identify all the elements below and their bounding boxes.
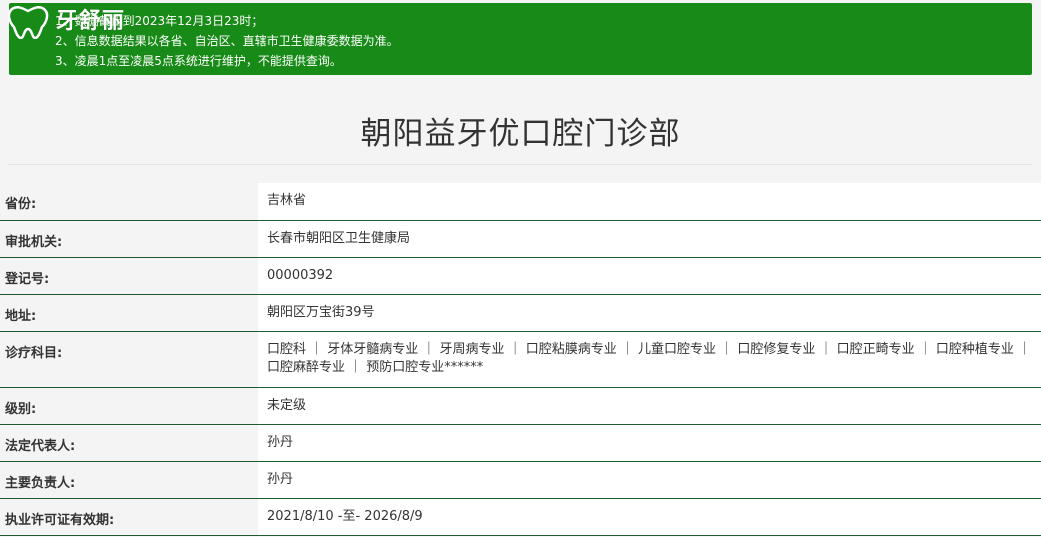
table-row-address: 地址: 朝阳区万宝街39号 <box>0 294 1041 332</box>
row-value: 吉林省 <box>258 183 1041 221</box>
notice-line-3: 3、凌晨1点至凌晨5点系统进行维护，不能提供查询。 <box>55 54 342 68</box>
row-value: 2021/8/10 -至- 2026/8/9 <box>258 498 1041 536</box>
row-value: 孙丹 <box>258 424 1041 462</box>
table-row-legal-representative: 法定代表人: 孙丹 <box>0 424 1041 462</box>
row-label: 省份: <box>0 183 258 221</box>
notice-line-2: 2、信息数据结果以各省、自治区、直辖市卫生健康委数据为准。 <box>55 34 399 48</box>
row-label: 主要负责人: <box>0 461 258 499</box>
table-row-departments: 诊疗科目: 口腔科 ｜ 牙体牙髓病专业 ｜ 牙周病专业 ｜ 口腔粘膜病专业 ｜ … <box>0 331 1041 388</box>
table-row-license-validity: 执业许可证有效期: 2021/8/10 -至- 2026/8/9 <box>0 498 1041 536</box>
table-row-level: 级别: 未定级 <box>0 387 1041 425</box>
row-label: 级别: <box>0 387 258 425</box>
row-value: 未定级 <box>258 387 1041 425</box>
row-label: 审批机关: <box>0 220 258 258</box>
row-value: 长春市朝阳区卫生健康局 <box>258 220 1041 258</box>
row-label: 法定代表人: <box>0 424 258 462</box>
clinic-info-table: 省份: 吉林省 审批机关: 长春市朝阳区卫生健康局 登记号: 00000392 … <box>0 183 1041 536</box>
row-value: 朝阳区万宝街39号 <box>258 294 1041 332</box>
table-row-approval-authority: 审批机关: 长春市朝阳区卫生健康局 <box>0 220 1041 258</box>
table-row-principal: 主要负责人: 孙丹 <box>0 461 1041 499</box>
row-value: 孙丹 <box>258 461 1041 499</box>
row-value: 00000392 <box>258 257 1041 295</box>
notice-banner: 1、数据截止到2023年12月3日23时； 2、信息数据结果以各省、自治区、直辖… <box>9 3 1032 75</box>
notice-line-1: 1、数据截止到2023年12月3日23时； <box>55 14 264 28</box>
row-value: 口腔科 ｜ 牙体牙髓病专业 ｜ 牙周病专业 ｜ 口腔粘膜病专业 ｜ 儿童口腔专业… <box>258 331 1041 388</box>
row-label: 执业许可证有效期: <box>0 498 258 536</box>
page-title: 朝阳益牙优口腔门诊部 <box>360 116 681 152</box>
row-label: 地址: <box>0 294 258 332</box>
row-label: 诊疗科目: <box>0 331 258 388</box>
title-divider <box>8 164 1033 165</box>
table-row-province: 省份: 吉林省 <box>0 183 1041 221</box>
table-row-registration-number: 登记号: 00000392 <box>0 257 1041 295</box>
row-label: 登记号: <box>0 257 258 295</box>
